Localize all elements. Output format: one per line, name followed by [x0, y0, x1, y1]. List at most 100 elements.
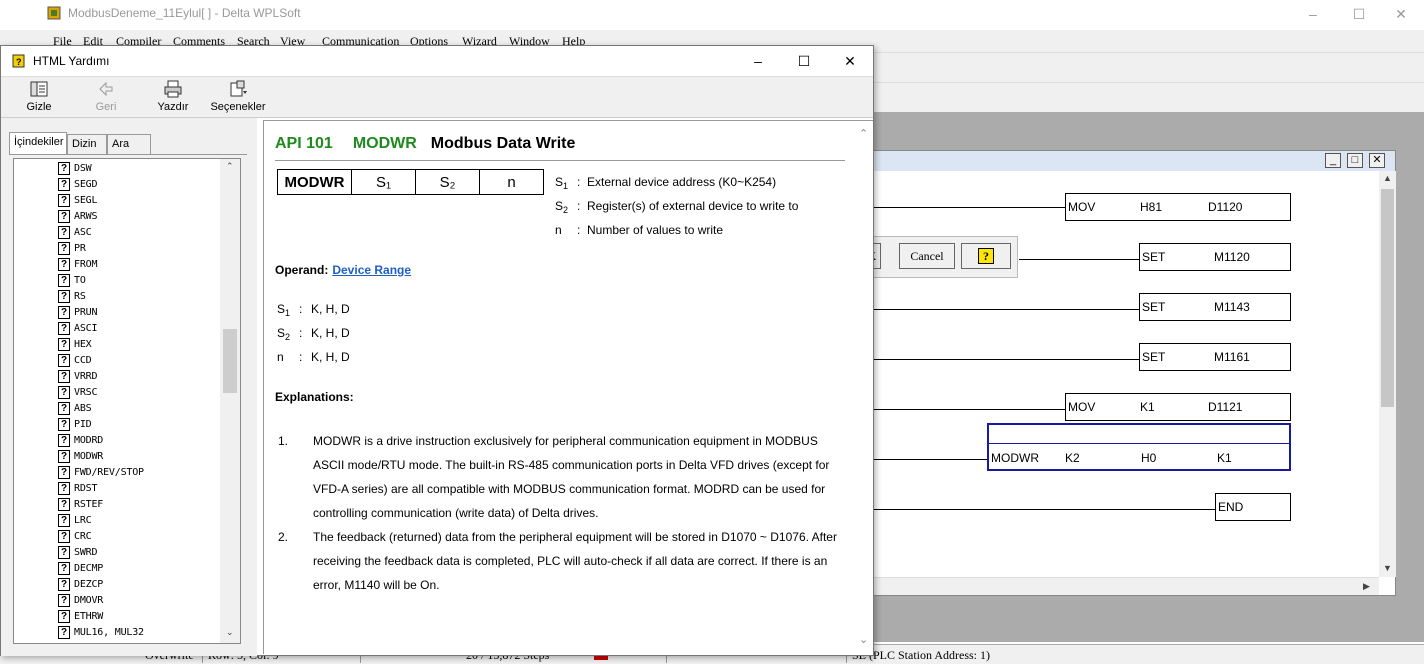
tree-item[interactable]: ? RS [58, 288, 218, 304]
help-topic-icon: ? [58, 433, 70, 447]
content-scroll-down-icon[interactable]: ⌄ [859, 633, 868, 646]
legend-key: S2 [555, 199, 577, 215]
tree-item[interactable]: ? CCD [58, 352, 218, 368]
main-maximize-button[interactable]: ☐ [1336, 0, 1382, 28]
legend-key: S1 [555, 175, 577, 191]
operand-legend-row: S2: Register(s) of external device to wri… [555, 199, 799, 215]
tree-item[interactable]: ? CRC [58, 528, 218, 544]
ladder-instruction[interactable]: SET M1161 [1139, 343, 1291, 371]
tree-item[interactable]: ? PR [58, 240, 218, 256]
operand-cell: S₂ [415, 169, 480, 195]
content-scroll-up-icon[interactable]: ⌃ [859, 127, 868, 140]
ladder-instruction[interactable]: SET M1120 [1139, 243, 1291, 271]
back-button[interactable]: Geri [89, 79, 123, 117]
tree-item[interactable]: ? LRC [58, 512, 218, 528]
tree-item[interactable]: ? FWD/REV/STOP [58, 464, 218, 480]
ladder-editor-caption: _ □ ✕ [873, 151, 1395, 171]
options-button[interactable]: Seçenekler [209, 79, 267, 117]
ladder-scroll-thumb[interactable] [1381, 189, 1394, 407]
ladder-instruction[interactable]: MOV K1 D1121 [1065, 393, 1291, 421]
ladder-horizontal-scrollbar[interactable]: ▶ [873, 577, 1379, 595]
explanation-item: 1. MODWR is a drive instruction exclusiv… [275, 429, 847, 525]
tree-item[interactable]: ? SEGL [58, 192, 218, 208]
tree-item-label: CCD [74, 354, 92, 366]
tree-item[interactable]: ? DSW [58, 160, 218, 176]
ladder-instruction[interactable]: SET M1143 [1139, 293, 1291, 321]
tree-item[interactable]: ? DECMP [58, 560, 218, 576]
tree-item[interactable]: ? RSTEF [58, 496, 218, 512]
tree-item[interactable]: ? ASCI [58, 320, 218, 336]
tree-item-label: ABS [74, 402, 92, 414]
ladder-vertical-scrollbar[interactable]: ▲ ▼ [1379, 171, 1396, 577]
help-maximize-button[interactable]: ☐ [781, 46, 827, 76]
tree-item-label: PR [74, 242, 86, 254]
help-minimize-button[interactable]: – [735, 46, 781, 76]
contents-tree[interactable]: ? DSW? SEGD? SEGL? ARWS? ASC? PR? FROM? TO? RS? PR… [13, 158, 241, 644]
help-button[interactable]: ? [961, 243, 1011, 269]
ladder-instruction[interactable]: MOV H81 D1120 [1065, 193, 1291, 221]
scroll-up-arrow-icon[interactable]: ⌃ [226, 161, 234, 172]
tree-item[interactable]: ? MUL16, MUL32 [58, 624, 218, 640]
tab-contents[interactable]: İçindekiler [9, 132, 67, 154]
rung-wire [873, 409, 1065, 410]
explanation-text: MODWR is a drive instruction exclusively… [313, 434, 830, 520]
explanation-number: 1. [278, 434, 289, 448]
rung-wire [873, 359, 1139, 360]
ladder-restore-button[interactable]: □ [1347, 153, 1363, 168]
help-topic-icon: ? [58, 289, 70, 303]
hide-button[interactable]: Gizle [21, 79, 57, 117]
scroll-right-arrow-icon[interactable]: ▶ [1363, 581, 1370, 592]
tree-item[interactable]: ? MODWR [58, 448, 218, 464]
tree-item-label: DEZCP [74, 578, 104, 590]
tree-item[interactable]: ? SEGD [58, 176, 218, 192]
tree-item[interactable]: ? RDST [58, 480, 218, 496]
help-close-button[interactable]: ✕ [827, 46, 873, 76]
device-range-link[interactable]: Device Range [332, 263, 411, 277]
help-topic-icon: ? [58, 177, 70, 191]
ladder-close-button[interactable]: ✕ [1369, 153, 1385, 168]
operand-format-table: MODWR S₁ S₂ n [277, 169, 544, 195]
ladder-instruction-selected[interactable]: MODWR K2 H0 K1 [987, 423, 1291, 471]
tree-item[interactable]: ? HEX [58, 336, 218, 352]
tree-item[interactable]: ? ARWS [58, 208, 218, 224]
heading-divider [275, 160, 845, 161]
scroll-up-arrow-icon[interactable]: ▲ [1383, 173, 1392, 183]
scroll-down-arrow-icon[interactable]: ▼ [1383, 563, 1392, 573]
tree-item-label: FROM [74, 258, 98, 270]
tree-item[interactable]: ? TO [58, 272, 218, 288]
device-key-letter: S [277, 326, 286, 340]
tree-item[interactable]: ? ABS [58, 400, 218, 416]
print-button[interactable]: Yazdır [155, 79, 191, 117]
main-close-button[interactable]: ✕ [1378, 0, 1424, 28]
tree-item[interactable]: ? SWRD [58, 544, 218, 560]
tree-item[interactable]: ? FROM [58, 256, 218, 272]
tree-item-label: VRRD [74, 370, 98, 382]
ladder-operand: H81 [1140, 200, 1163, 214]
tree-item-label: FWD/REV/STOP [74, 466, 144, 478]
tree-item[interactable]: ? DEZCP [58, 576, 218, 592]
help-topic-icon: ? [58, 545, 70, 559]
tab-search[interactable]: Ara [107, 134, 151, 154]
help-topic-icon: ? [58, 609, 70, 623]
tree-item-label: ARWS [74, 210, 98, 222]
contents-scrollbar[interactable]: ⌃ ⌄ [220, 159, 240, 643]
tree-item[interactable]: ? DMOVR [58, 592, 218, 608]
tab-index[interactable]: Dizin [67, 134, 107, 154]
main-minimize-button[interactable]: – [1290, 0, 1336, 28]
ladder-minimize-button[interactable]: _ [1325, 153, 1341, 168]
tree-item[interactable]: ? ETHRW [58, 608, 218, 624]
tree-item[interactable]: ? VRRD [58, 368, 218, 384]
tree-item[interactable]: ? VRSC [58, 384, 218, 400]
scroll-down-arrow-icon[interactable]: ⌄ [226, 627, 234, 638]
tree-item[interactable]: ? ASC [58, 224, 218, 240]
ladder-opcode: SET [1142, 350, 1166, 364]
help-topic-icon: ? [58, 209, 70, 223]
help-topic-icon: ? [58, 449, 70, 463]
cancel-button[interactable]: Cancel [899, 243, 955, 269]
tree-item[interactable]: ? MODRD [58, 432, 218, 448]
tree-item[interactable]: ? PRUN [58, 304, 218, 320]
tree-item-label: TO [74, 274, 86, 286]
contents-scroll-thumb[interactable] [223, 329, 237, 393]
ladder-instruction[interactable]: END [1215, 493, 1291, 521]
tree-item[interactable]: ? PID [58, 416, 218, 432]
